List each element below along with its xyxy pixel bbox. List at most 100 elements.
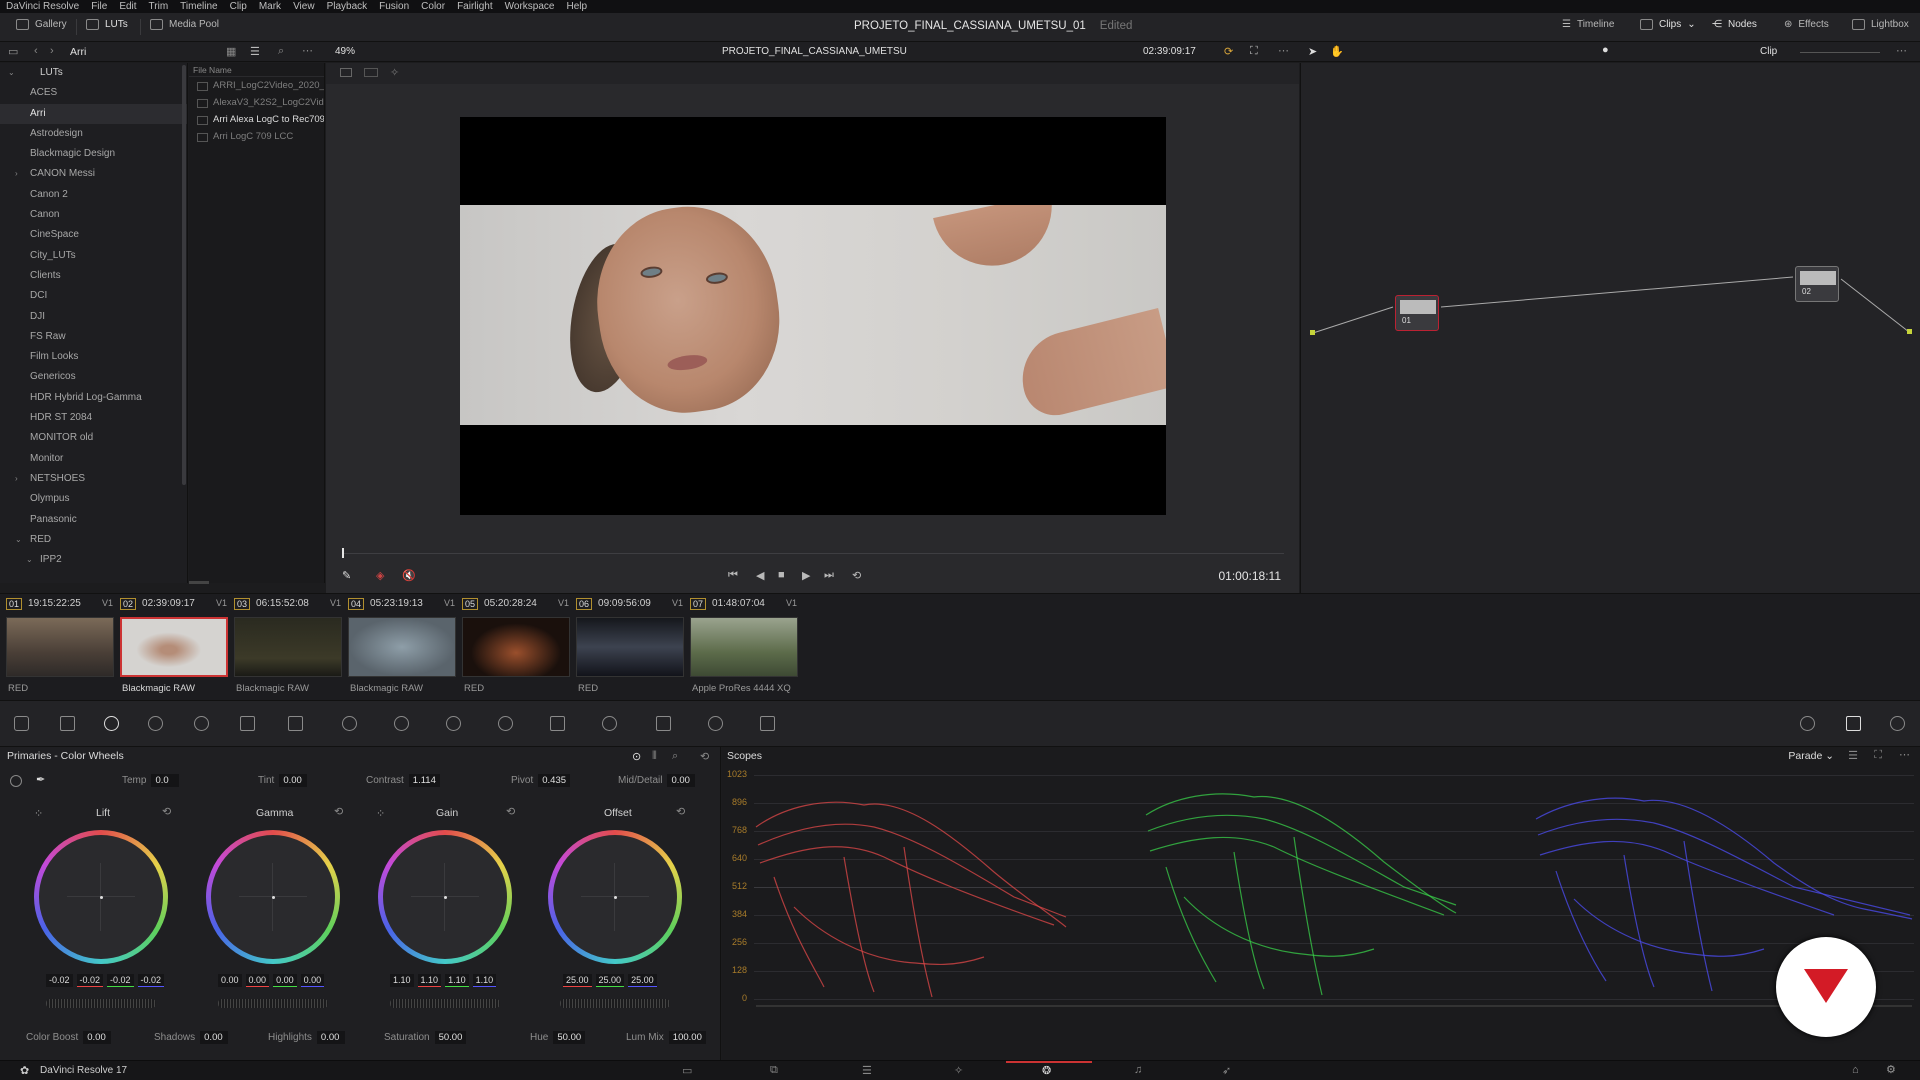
lut-item-olympus[interactable]: Olympus (0, 489, 187, 509)
lift-y[interactable]: -0.02 (46, 974, 73, 987)
loop-playback-icon[interactable]: ⟲ (852, 569, 861, 582)
offset-wheel[interactable] (548, 830, 682, 964)
lut-item-netshoes[interactable]: › NETSHOES (0, 469, 187, 489)
deliver-page-icon[interactable]: ➶ (1222, 1064, 1231, 1077)
gain-b[interactable]: 1.10 (472, 974, 497, 987)
gamma-wheel[interactable] (206, 830, 340, 964)
gain-g[interactable]: 1.10 (445, 974, 469, 987)
stop-icon[interactable]: ■ (778, 569, 785, 581)
menu-mark[interactable]: Mark (259, 1, 281, 12)
split-viewer-icon[interactable] (364, 68, 378, 77)
lut-item-city-luts[interactable]: City_LUTs (0, 246, 187, 266)
lightbox-toggle-icon[interactable] (1800, 716, 1815, 731)
viewer-frame[interactable] (460, 117, 1166, 515)
middetail-field[interactable]: 0.00 (667, 774, 696, 787)
clip-07[interactable]: 07 01:48:07:04 V1 Apple ProRes 4444 XQ (686, 594, 816, 701)
lift-g[interactable]: -0.02 (107, 974, 134, 987)
lut-item-fs-raw[interactable]: FS Raw (0, 327, 187, 347)
lut-item-film-looks[interactable]: Film Looks (0, 347, 187, 367)
camera-raw-icon[interactable] (14, 716, 29, 731)
lut-item-arri[interactable]: Arri (0, 103, 187, 124)
clip-04[interactable]: 04 05:23:19:13 V1 Blackmagic RAW (344, 594, 458, 701)
sidebar-toggle-icon[interactable]: ▭ (8, 45, 18, 58)
offset-r[interactable]: 25.00 (563, 974, 592, 987)
settings-gear-icon[interactable]: ⚙ (1886, 1063, 1896, 1076)
input-dot[interactable] (1310, 330, 1315, 335)
mute-icon[interactable]: 🔇 (402, 569, 416, 582)
lut-item-canon-2[interactable]: Canon 2 (0, 185, 187, 205)
tracker-icon[interactable] (498, 716, 513, 731)
gamma-y[interactable]: 0.00 (218, 974, 242, 987)
node-zoom-slider[interactable] (1800, 52, 1880, 53)
loop-icon[interactable]: ⟳ (1224, 45, 1233, 58)
highlight-icon[interactable]: ✧ (390, 66, 399, 79)
clip-02[interactable]: 02 02:39:09:17 V1 Blackmagic RAW (116, 594, 230, 701)
lut-item-clients[interactable]: Clients (0, 266, 187, 286)
menu-edit[interactable]: Edit (119, 1, 136, 12)
menu-fusion[interactable]: Fusion (379, 1, 409, 12)
offset-b[interactable]: 25.00 (628, 974, 657, 987)
lut-item-dji[interactable]: DJI (0, 307, 187, 327)
lift-r[interactable]: -0.02 (76, 974, 104, 987)
node-02[interactable]: 02 (1795, 266, 1839, 302)
menu-help[interactable]: Help (566, 1, 587, 12)
curves-icon[interactable] (288, 716, 303, 731)
lut-item-genericos[interactable]: Genericos (0, 367, 187, 387)
lift-master-wheel[interactable] (46, 999, 156, 1008)
reset-all-icon[interactable]: ⟲ (700, 750, 709, 763)
pick-tool-icon[interactable]: ✎ (342, 569, 351, 582)
lut-item-aces[interactable]: ACES (0, 83, 187, 103)
node-view-dot-icon[interactable]: ● (1602, 44, 1609, 56)
fusion-page-icon[interactable]: ✧ (954, 1064, 963, 1077)
nodes-more-icon[interactable]: ⋯ (1896, 44, 1907, 57)
contrast-field[interactable]: 1.114 (408, 774, 440, 787)
lift-b[interactable]: -0.02 (137, 974, 165, 987)
menu-file[interactable]: File (91, 1, 107, 12)
clip-05[interactable]: 05 05:20:28:24 V1 RED (458, 594, 572, 701)
more-options-icon[interactable]: ⋯ (302, 44, 313, 57)
wheels-mode-icon[interactable]: ⊙ (632, 750, 641, 763)
lut-item-canon-messi[interactable]: › CANON Messi (0, 164, 187, 184)
key-icon[interactable] (656, 716, 671, 731)
node-mode-select[interactable]: Clip (1760, 46, 1777, 57)
file-item[interactable]: ARRI_LogC2Video_2020_ (189, 77, 324, 94)
blur-icon[interactable] (602, 716, 617, 731)
qualifier-icon[interactable] (394, 716, 409, 731)
lift-picker-icon[interactable]: ⁘ (34, 807, 43, 820)
home-icon[interactable]: ⌂ (1852, 1064, 1859, 1076)
scope-more-icon[interactable]: ⋯ (1899, 748, 1910, 761)
luts-button[interactable]: LUTs (86, 19, 128, 30)
lut-item-panasonic[interactable]: Panasonic (0, 510, 187, 530)
lut-item-monitor-old[interactable]: MONITOR old (0, 428, 187, 448)
lut-item-canon[interactable]: Canon (0, 205, 187, 225)
menu-color[interactable]: Color (421, 1, 445, 12)
collapse-icon[interactable]: ▭ (682, 1064, 692, 1077)
motion-effects-icon[interactable] (240, 716, 255, 731)
go-to-end-icon[interactable]: ⏭ (824, 569, 834, 582)
menu-view[interactable]: View (293, 1, 315, 12)
menu-fairlight[interactable]: Fairlight (457, 1, 493, 12)
magic-mask-icon[interactable] (550, 716, 565, 731)
file-scrollbar[interactable] (189, 581, 209, 584)
search-icon[interactable]: ⌕ (278, 45, 284, 58)
grid-view-icon[interactable]: ▦ (226, 45, 236, 58)
fullscreen-icon[interactable]: ⛶ (1250, 45, 1258, 58)
lut-item-cinespace[interactable]: CineSpace (0, 225, 187, 245)
color-match-icon[interactable] (60, 716, 75, 731)
file-item[interactable]: AlexaV3_K2S2_LogC2Vide (189, 94, 324, 111)
viewer-more-icon[interactable]: ⋯ (1278, 44, 1289, 57)
list-view-icon[interactable]: ☰ (250, 45, 260, 58)
gamma-reset-icon[interactable]: ⟲ (334, 805, 343, 818)
timeline-button[interactable]: ☰ Timeline (1562, 19, 1614, 30)
clips-button[interactable]: Clips ⌄ (1640, 19, 1696, 30)
back-icon[interactable]: ‹ (34, 45, 38, 57)
color-warper-icon[interactable] (342, 716, 357, 731)
lightbox-button[interactable]: Lightbox (1852, 19, 1909, 30)
media-pool-button[interactable]: Media Pool (150, 19, 219, 30)
viewer-playhead[interactable] (342, 548, 344, 558)
color-page-icon[interactable]: ❂ (1042, 1064, 1051, 1077)
log-mode-icon[interactable]: ⌕ (672, 750, 678, 763)
bars-mode-icon[interactable]: ⦀ (652, 750, 657, 763)
edit-page-icon[interactable]: ☰ (862, 1064, 872, 1077)
tint-field[interactable]: 0.00 (279, 774, 308, 787)
